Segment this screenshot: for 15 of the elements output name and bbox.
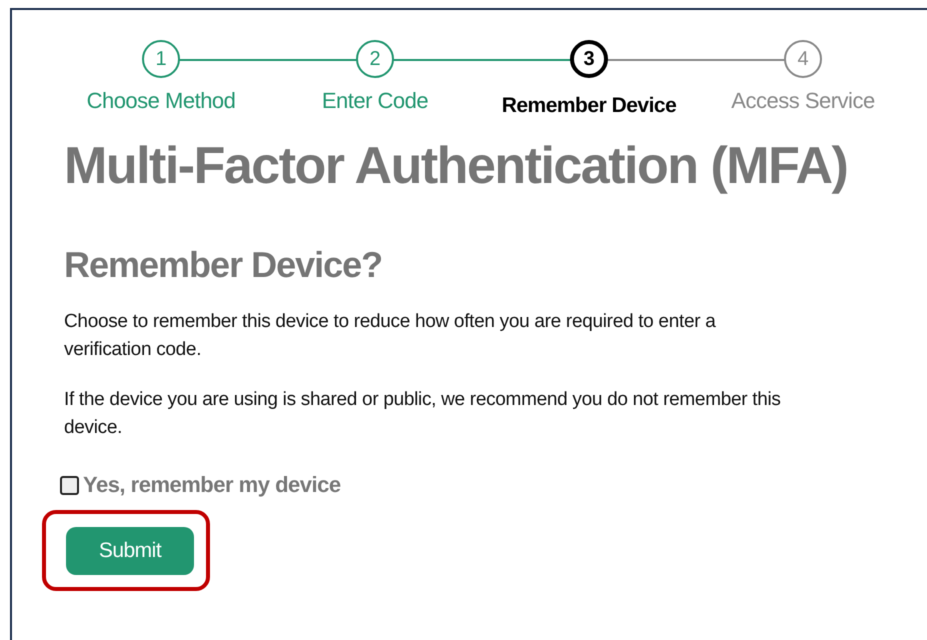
paragraph: Choose to remember this device to reduce how often you are required to enter a verification code.	[64, 310, 717, 362]
step-label: Enter Code	[322, 88, 428, 114]
step-circle: 3	[570, 40, 608, 78]
checkbox[interactable]	[60, 476, 79, 494]
submit-button[interactable]: Submit	[66, 527, 194, 575]
step-label: Access Service	[731, 88, 875, 114]
page-title: Multi-Factor Authentication (MFA)	[64, 136, 848, 196]
paragraph: If the device you are using is shared or public, we recommend you do not remember this device.	[64, 388, 782, 440]
step-circle: 1	[142, 40, 180, 78]
checkbox-label: Yes, remember my device	[83, 472, 341, 498]
section-heading: Remember Device?	[64, 244, 384, 286]
step-circle: 4	[784, 40, 822, 78]
step-circle: 2	[356, 40, 394, 78]
step-label: Remember Device	[502, 94, 676, 118]
step-label: Choose Method	[86, 88, 236, 114]
